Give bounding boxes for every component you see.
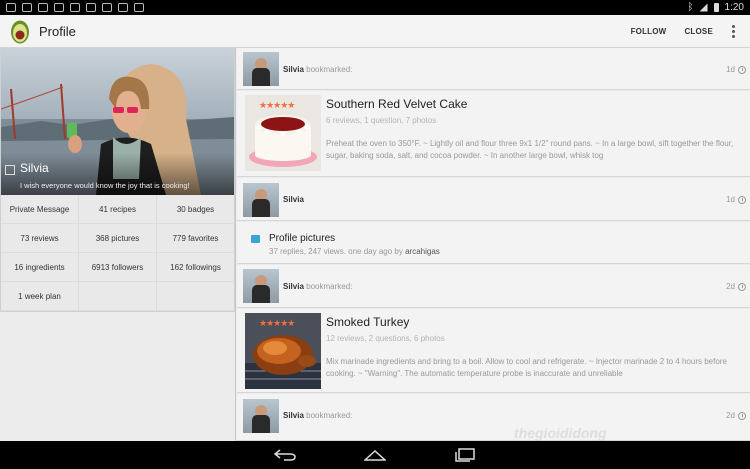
close-button[interactable]: CLOSE: [675, 27, 722, 36]
profile-stats-grid: Private Message 41 recipes 30 badges 73 …: [1, 195, 234, 311]
ingredients-stat[interactable]: 16 ingredients: [1, 253, 79, 282]
topic-meta: 37 replies, 247 views. one day ago by ar…: [269, 247, 440, 256]
avatar[interactable]: [243, 183, 279, 217]
profile-name: Silvia: [20, 161, 49, 175]
back-arrow-icon: [274, 449, 296, 461]
followings-stat[interactable]: 162 followings: [157, 253, 234, 282]
reviews-stat[interactable]: 73 reviews: [1, 224, 79, 253]
feed-username[interactable]: Silvia bookmarked:: [283, 282, 352, 291]
recipe-meta: 12 reviews, 2 questions, 6 photos: [326, 334, 445, 343]
favorites-stat[interactable]: 779 favorites: [157, 224, 234, 253]
feed-username[interactable]: Silvia bookmarked:: [283, 411, 352, 420]
feed-item-bookmark[interactable]: Silvia bookmarked: 1d: [237, 48, 750, 90]
rating-stars: ★★★★★: [259, 318, 295, 328]
rating-stars: ★★★★★: [259, 100, 295, 110]
wifi-icon: [699, 3, 708, 12]
recipe-card[interactable]: ★★★★★ Southern Red Velvet Cake 6 reviews…: [237, 91, 750, 177]
recipe-image[interactable]: ★★★★★: [245, 95, 321, 171]
battery-icon: [713, 3, 719, 12]
check-icon: [118, 3, 128, 12]
watermark: thegioididong: [514, 425, 607, 441]
follow-button[interactable]: FOLLOW: [622, 27, 676, 36]
facebook-icon: [22, 3, 32, 12]
system-nav-bar: [0, 441, 750, 469]
clock-icon: [738, 282, 746, 291]
bluetooth-icon: ᛒ: [687, 2, 694, 13]
feed-item-bookmark[interactable]: Silvia bookmarked: 2d: [237, 265, 750, 308]
feed-action: bookmarked:: [303, 65, 353, 74]
week-plan-stat[interactable]: 1 week plan: [1, 282, 79, 311]
chat-icon: [251, 235, 260, 243]
screen: ᛒ 1:20 Profile FOLLOW CLOSE Silvia I wis…: [0, 0, 750, 469]
overflow-menu-icon[interactable]: [722, 24, 744, 38]
recipe-meta: 6 reviews, 1 question, 7 photos: [326, 116, 437, 125]
page-title: Profile: [39, 23, 76, 39]
clock-time: 1:20: [724, 2, 744, 13]
feed-username[interactable]: Silvia: [283, 195, 304, 204]
home-icon: [364, 449, 386, 461]
clock-icon: [738, 65, 746, 74]
feed-item-bookmark[interactable]: Silvia bookmarked: 2d: [237, 394, 750, 441]
feed-time: 1d: [726, 65, 746, 74]
clock-icon: [738, 411, 746, 420]
topic-title[interactable]: Profile pictures: [269, 233, 335, 244]
feed-time: 2d: [726, 411, 746, 420]
clock-icon: [738, 195, 746, 204]
bag-icon: [134, 3, 144, 12]
email-icon: [54, 3, 64, 12]
profile-card: Silvia I wish everyone would know the jo…: [0, 48, 235, 312]
empty-cell: [157, 282, 234, 311]
select-checkbox[interactable]: [5, 165, 15, 175]
empty-cell: [79, 282, 157, 311]
recipes-stat[interactable]: 41 recipes: [79, 195, 157, 224]
feed-time: 1d: [726, 195, 746, 204]
badges-stat[interactable]: 30 badges: [157, 195, 234, 224]
notification-icon: [6, 3, 16, 12]
recipe-image[interactable]: ★★★★★: [245, 313, 321, 389]
feed-time: 2d: [726, 282, 746, 291]
notification-icons: [6, 3, 144, 12]
recipe-card[interactable]: ★★★★★ Smoked Turkey 12 reviews, 2 questi…: [237, 309, 750, 393]
pictures-stat[interactable]: 368 pictures: [79, 224, 157, 253]
profile-panel: Silvia I wish everyone would know the jo…: [0, 48, 236, 441]
feed-item[interactable]: Silvia 1d: [237, 178, 750, 221]
recipe-title[interactable]: Southern Red Velvet Cake: [326, 97, 467, 111]
avatar[interactable]: [243, 52, 279, 86]
recent-apps-button[interactable]: [450, 445, 480, 465]
heart-icon: [70, 3, 80, 12]
home-button[interactable]: [360, 445, 390, 465]
status-bar: ᛒ 1:20: [0, 0, 750, 15]
recipe-description: Mix marinade ingredients and bring to a …: [326, 357, 727, 378]
back-button[interactable]: [270, 445, 300, 465]
feed-action: bookmarked:: [303, 411, 353, 420]
feed-username[interactable]: Silvia bookmarked:: [283, 65, 352, 74]
recipe-title[interactable]: Smoked Turkey: [326, 315, 409, 329]
recipe-description: Preheat the oven to 350°F. ~ Lightly oil…: [326, 139, 734, 160]
recent-apps-icon: [455, 448, 475, 462]
app-icon: [86, 3, 96, 12]
profile-photo: Silvia I wish everyone would know the jo…: [1, 49, 234, 195]
pinterest-icon: [38, 3, 48, 12]
forum-topic[interactable]: Profile pictures 37 replies, 247 views. …: [237, 222, 750, 264]
avocado-logo-icon[interactable]: [10, 18, 30, 44]
avatar[interactable]: [243, 399, 279, 433]
profile-bio: I wish everyone would know the joy that …: [20, 181, 190, 190]
activity-feed: Silvia bookmarked: 1d ★★★★★ Southern Red…: [237, 48, 750, 441]
feed-action: bookmarked:: [303, 282, 353, 291]
followers-stat[interactable]: 6913 followers: [79, 253, 157, 282]
sync-icon: [102, 3, 112, 12]
topic-author[interactable]: arcahigas: [405, 247, 440, 256]
action-bar: Profile FOLLOW CLOSE: [0, 15, 750, 48]
avatar[interactable]: [243, 269, 279, 303]
private-message-button[interactable]: Private Message: [1, 195, 79, 224]
